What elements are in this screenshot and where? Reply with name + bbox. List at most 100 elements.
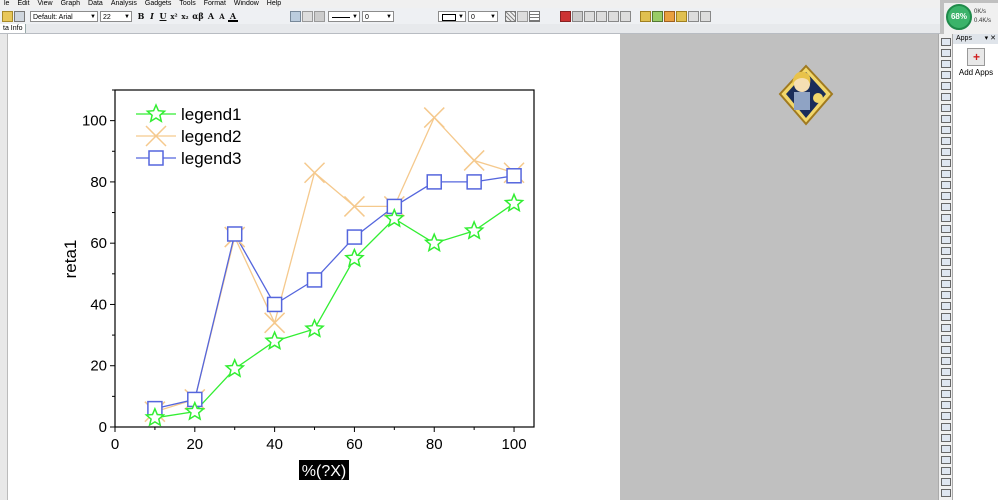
graph-page[interactable]: 0 20 40 60 80 100 0 20 40 60 80 100 legend1 legend2 l… [8,34,620,500]
tool-icon[interactable] [941,379,951,387]
tool-icon[interactable] [941,423,951,431]
tool-icon[interactable] [941,401,951,409]
rotate-icon[interactable] [664,10,675,22]
tool-icon[interactable] [941,412,951,420]
tool-icon[interactable] [941,214,951,222]
shrink-font-button[interactable]: A [217,11,227,22]
align-icon[interactable] [652,10,663,22]
tool-icon[interactable] [941,291,951,299]
tool-icon[interactable] [941,71,951,79]
menu-item-6[interactable]: Gadgets [141,0,175,8]
menu-item-8[interactable]: Format [200,0,230,8]
tool-icon[interactable] [941,93,951,101]
tool-icon[interactable] [941,181,951,189]
y-axis-title[interactable]: reta1 [61,240,80,279]
tool-icon[interactable] [941,280,951,288]
tool-icon[interactable] [941,313,951,321]
tool-icon[interactable] [941,170,951,178]
tool-icon[interactable] [941,467,951,475]
tool-icon[interactable] [941,302,951,310]
tool-icon[interactable] [941,82,951,90]
tool-icon[interactable] [941,115,951,123]
tool-icon[interactable] [941,203,951,211]
bold-button[interactable]: B [136,11,146,22]
font-name-select[interactable]: Default: Arial ▼ [30,10,98,22]
pattern-fill-icon[interactable] [505,10,516,22]
tool-icon[interactable] [941,346,951,354]
tool-icon[interactable] [941,148,951,156]
line-style-select[interactable]: ▼ [328,10,360,22]
border-width-value: 0 [471,13,475,21]
border-width-select[interactable]: 0 ▼ [468,10,498,22]
menu-item-9[interactable]: Window [230,0,263,8]
tool-icon[interactable] [941,335,951,343]
tool-icon[interactable] [941,434,951,442]
open-icon[interactable] [2,10,13,22]
gradient-icon[interactable] [517,10,528,22]
tool-icon[interactable] [941,247,951,255]
tool-icon[interactable] [941,478,951,486]
tool-icon[interactable] [941,368,951,376]
tool-icon[interactable] [941,104,951,112]
grow-font-button[interactable]: A [206,11,216,22]
menu-item-5[interactable]: Analysis [107,0,141,8]
tool-icon[interactable] [941,390,951,398]
grid-icon[interactable] [529,10,540,22]
front-icon[interactable] [688,10,699,22]
font-color-button[interactable]: A [228,11,238,22]
extract-layer-icon[interactable] [572,10,583,22]
y-tick-label: 20 [90,358,107,375]
tool-icon[interactable] [941,269,951,277]
tool-icon[interactable] [941,445,951,453]
x-axis-title[interactable]: %(?X) [302,463,346,480]
fill-color-icon[interactable] [290,10,301,22]
add-apps-icon: + [967,48,985,66]
tool-icon[interactable] [941,324,951,332]
menu-item-3[interactable]: Graph [57,0,84,8]
font-size-select[interactable]: 22 ▼ [100,10,132,22]
group-icon[interactable] [676,10,687,22]
menu-item-2[interactable]: View [34,0,57,8]
tab-data-info[interactable]: ta Info [0,24,27,33]
tool-icon[interactable] [941,225,951,233]
tool-icon[interactable] [941,126,951,134]
tool-icon[interactable] [941,192,951,200]
tool-icon[interactable] [941,258,951,266]
menu-item-7[interactable]: Tools [175,0,199,8]
add-apps-button[interactable]: + Add Apps [955,48,997,77]
tool-icon[interactable] [941,49,951,57]
layer-manager-icon[interactable] [608,10,619,22]
subscript-button[interactable]: x₂ [180,11,190,22]
menu-item-0[interactable]: le [0,0,13,8]
tool-icon[interactable] [941,137,951,145]
tool-icon[interactable] [941,489,951,497]
greek-button[interactable]: αβ [191,11,205,22]
line-chart[interactable]: 0 20 40 60 80 100 0 20 40 60 80 100 legend1 legend2 l… [8,34,620,500]
line-width-select[interactable]: 0 ▼ [362,10,394,22]
line-style-preview [332,16,350,18]
swap-layer-icon[interactable] [620,10,631,22]
tool-icon[interactable] [941,357,951,365]
menu-item-1[interactable]: Edit [13,0,33,8]
tool-icon[interactable] [941,456,951,464]
apps-title: Apps [956,35,972,42]
back-icon[interactable] [700,10,711,22]
arrange-layer-icon[interactable] [596,10,607,22]
object-edit-icon[interactable] [640,10,651,22]
print-icon[interactable] [14,10,25,22]
border-style-select[interactable]: ▼ [438,10,466,22]
tool-icon[interactable] [941,159,951,167]
underline-button[interactable]: U [158,11,168,22]
pattern-icon[interactable] [302,10,313,22]
tool-icon[interactable] [941,38,951,46]
merge-graph-icon[interactable] [560,10,571,22]
layer-icon[interactable] [584,10,595,22]
line-color-icon[interactable] [314,10,325,22]
tool-icon[interactable] [941,236,951,244]
superscript-button[interactable]: x² [169,11,179,22]
apps-panel-controls[interactable]: ▾ ✕ [985,34,996,44]
italic-button[interactable]: I [147,11,157,22]
menu-item-4[interactable]: Data [84,0,107,8]
menu-item-10[interactable]: Help [263,0,285,8]
tool-icon[interactable] [941,60,951,68]
